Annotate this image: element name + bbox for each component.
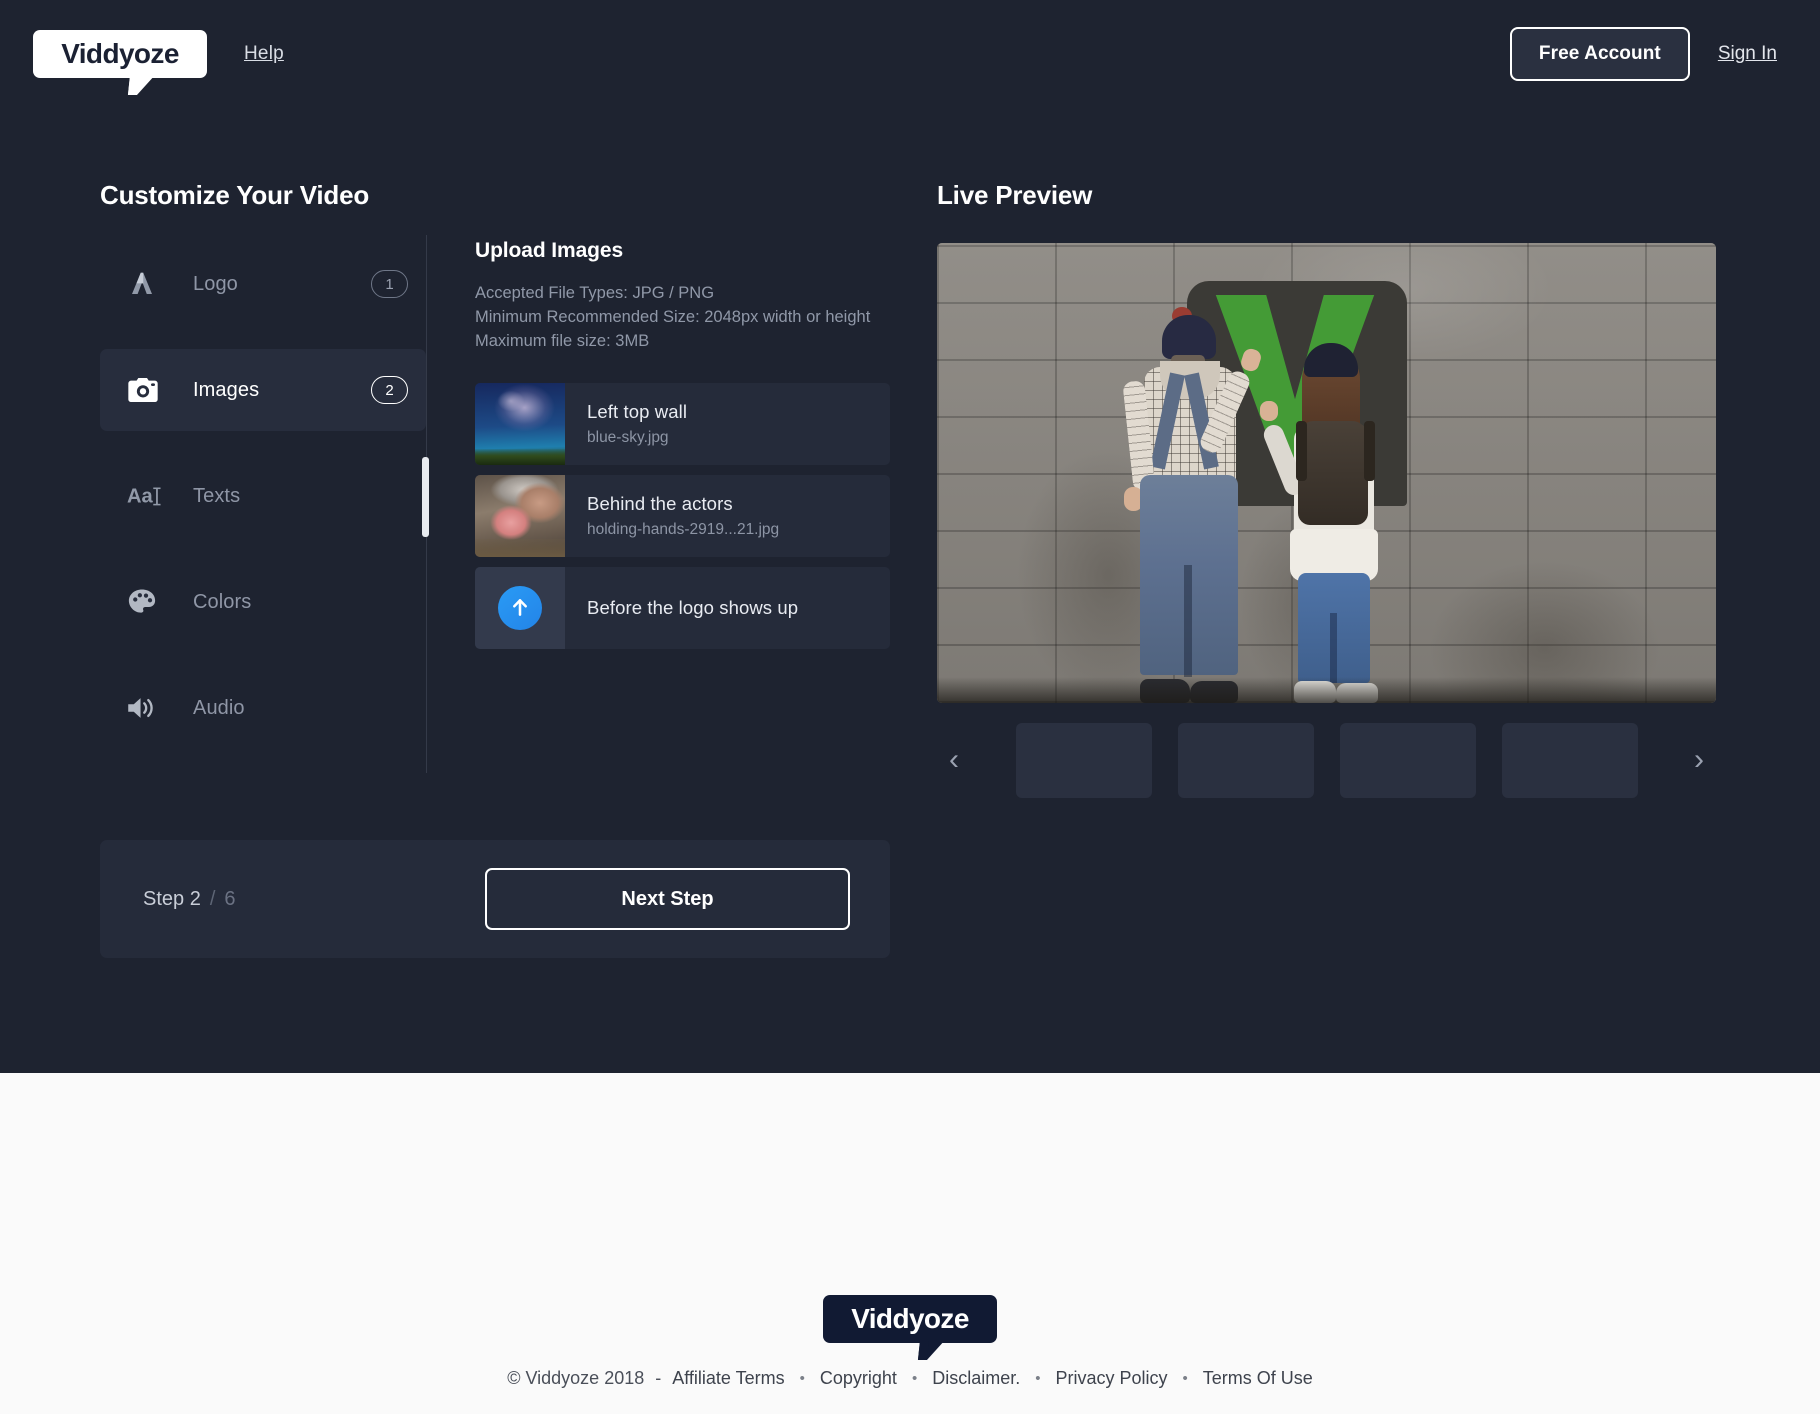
header-logo[interactable]: Viddyoze — [33, 30, 207, 95]
preview-carousel: ‹ › — [937, 718, 1716, 802]
footer-speech-bubble-tail-icon — [917, 1340, 946, 1360]
palette-icon — [127, 588, 171, 616]
holding-hands-thumbnail — [475, 475, 565, 558]
svg-text:Aa: Aa — [127, 486, 154, 508]
list-item-filename: holding-hands-2919...21.jpg — [587, 521, 780, 539]
carousel-track — [1015, 722, 1638, 798]
carousel-thumbnail[interactable] — [1501, 722, 1638, 798]
sign-in-link[interactable]: Sign In — [1718, 43, 1777, 65]
uploaded-image-list: Left top wall blue-sky.jpg Behind the ac… — [475, 383, 890, 650]
app-dark-shell: Viddyoze Help Free Account Sign In Custo… — [0, 0, 1820, 1073]
text-aa-icon: Aa — [127, 482, 171, 510]
list-item-filename: blue-sky.jpg — [587, 429, 669, 447]
list-item[interactable]: Before the logo shows up — [475, 567, 890, 650]
next-step-button[interactable]: Next Step — [485, 868, 850, 930]
person-right — [1260, 343, 1404, 703]
help-link[interactable]: Help — [244, 43, 284, 65]
carousel-thumbnail[interactable] — [1339, 722, 1476, 798]
footer-separator: • — [799, 1370, 805, 1387]
site-footer — [0, 1073, 1820, 1414]
sidebar-item-colors[interactable]: Colors — [100, 561, 426, 643]
footer-link-affiliate-terms[interactable]: Affiliate Terms — [672, 1368, 784, 1389]
live-preview-stage[interactable] — [937, 243, 1716, 703]
sidebar-item-label: Images — [193, 378, 260, 401]
list-item-title: Left top wall — [587, 401, 688, 423]
list-item-text: Behind the actors holding-hands-2919...2… — [565, 475, 890, 557]
site-header: Viddyoze Help Free Account Sign In — [0, 0, 1820, 108]
footer-separator: • — [1182, 1370, 1188, 1387]
list-item-title: Before the logo shows up — [587, 597, 799, 619]
sidebar-item-label: Colors — [193, 590, 252, 613]
logo-badge: Viddyoze — [33, 30, 207, 78]
speech-bubble-tail-icon — [127, 75, 156, 95]
sidebar-item-audio[interactable]: Audio — [100, 667, 426, 749]
sidebar-item-label: Texts — [193, 484, 241, 507]
list-item-text: Before the logo shows up — [565, 567, 890, 649]
sidebar-item-images[interactable]: Images 2 — [100, 349, 429, 537]
sidebar-badge — [371, 694, 408, 722]
footer-link-terms-of-use[interactable]: Terms Of Use — [1203, 1368, 1313, 1389]
viddyoze-video-builder-page: Viddyoze Help Free Account Sign In Custo… — [0, 0, 1820, 1414]
step-bar: Step 2 / 6 Next Step — [100, 840, 890, 958]
footer-separator: • — [911, 1370, 918, 1387]
chevron-right-icon[interactable]: › — [1682, 745, 1716, 775]
upload-slot[interactable] — [475, 567, 565, 650]
camera-icon — [127, 376, 171, 404]
step-indicator: Step 2 / 6 — [143, 888, 236, 911]
customize-section-title: Customize Your Video — [100, 180, 370, 210]
footer-link-copyright[interactable]: Copyright — [820, 1368, 897, 1389]
night-sky-thumbnail — [475, 383, 565, 466]
footer-separator: • — [1035, 1370, 1041, 1387]
person-left — [1114, 307, 1264, 703]
list-item[interactable]: Behind the actors holding-hands-2919...2… — [475, 475, 890, 558]
upload-images-panel: Upload Images Accepted File Types: JPG /… — [427, 235, 890, 659]
logo-mark-icon — [127, 269, 171, 299]
footer-dash: - — [655, 1368, 662, 1388]
chevron-left-icon[interactable]: ‹ — [937, 745, 971, 775]
sidebar-item-logo[interactable]: Logo 1 — [100, 243, 426, 325]
step-total: 6 — [224, 887, 236, 910]
ground-shadow — [937, 677, 1716, 703]
footer-logo-badge: Viddyoze — [823, 1295, 997, 1343]
sidebar-item-label: Logo — [193, 272, 238, 295]
footer-logo-text: Viddyoze — [851, 1303, 969, 1334]
sidebar-badge: 2 — [371, 376, 408, 404]
header-actions: Free Account Sign In — [1509, 0, 1820, 108]
accepted-file-types-text: Accepted File Types: JPG / PNG — [475, 284, 715, 302]
list-item[interactable]: Left top wall blue-sky.jpg — [475, 383, 890, 466]
footer-links: © Viddyoze 2018 - Affiliate Terms • Copy… — [0, 1368, 1820, 1389]
sidebar-badge: 1 — [371, 270, 408, 298]
sidebar-item-texts[interactable]: Aa Texts — [100, 455, 426, 537]
step-current: Step 2 — [143, 887, 201, 910]
sidebar-badge — [371, 588, 408, 616]
footer-logo[interactable]: Viddyoze — [823, 1295, 997, 1360]
footer-link-privacy-policy[interactable]: Privacy Policy — [1055, 1368, 1167, 1389]
live-preview-title: Live Preview — [937, 180, 1093, 210]
carousel-thumbnail[interactable] — [1177, 722, 1314, 798]
customize-nav: Logo 1 Images 2 Aa Texts Colors Audio — [100, 235, 429, 773]
upload-panel-title: Upload Images — [475, 239, 624, 262]
sidebar-item-label: Audio — [193, 696, 245, 719]
sidebar-badge — [371, 482, 408, 510]
speaker-icon — [127, 695, 171, 721]
free-account-button[interactable]: Free Account — [1509, 27, 1690, 81]
list-item-title: Behind the actors — [587, 493, 733, 515]
footer-copyright: © Viddyoze 2018 — [507, 1368, 645, 1388]
maximum-size-text: Maximum file size: 3MB — [475, 332, 650, 351]
footer-link-disclaimer[interactable]: Disclaimer. — [932, 1368, 1020, 1389]
carousel-thumbnail[interactable] — [1015, 722, 1152, 798]
logo-text: Viddyoze — [61, 38, 179, 69]
upload-arrow-icon — [498, 586, 542, 631]
minimum-size-text: Minimum Recommended Size: 2048px width o… — [475, 308, 871, 327]
customize-panel: Logo 1 Images 2 Aa Texts Colors Audio Up… — [100, 235, 890, 773]
step-separator: / — [209, 887, 216, 910]
list-item-text: Left top wall blue-sky.jpg — [565, 383, 890, 465]
